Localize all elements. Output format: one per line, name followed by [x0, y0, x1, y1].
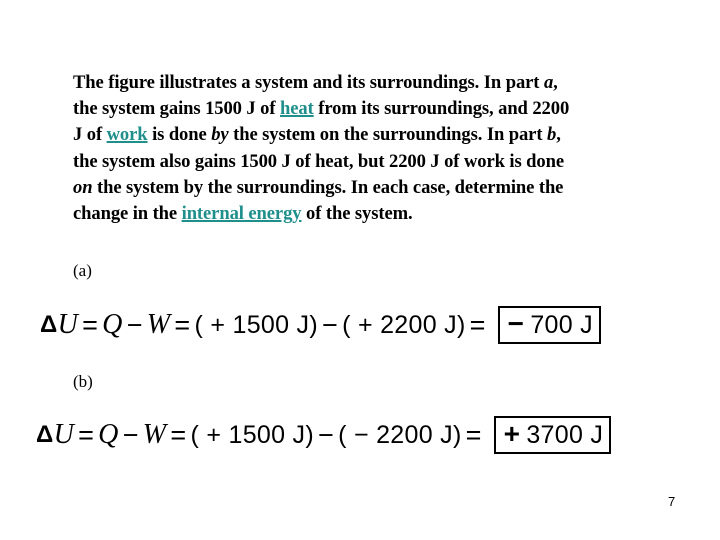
text-run: The figure illustrates a system and its …: [73, 72, 544, 93]
italic-text: on: [73, 176, 93, 198]
link-heat[interactable]: heat: [280, 98, 314, 119]
var-u: U: [53, 419, 75, 450]
text-run: the system on the surroundings. In part: [228, 124, 547, 146]
part-a-label: (a): [73, 261, 92, 280]
paragraph-line: the system gains 1500 J of heat from its…: [73, 96, 713, 122]
paragraph-line: on the system by the surroundings. In ea…: [73, 175, 713, 201]
text-run: J of: [73, 124, 107, 146]
text-run: from its surroundings, and 2200: [313, 98, 570, 120]
answer-value: 700 J: [530, 311, 593, 339]
minus: −: [122, 419, 139, 450]
text-run: the system gains 1500 J of: [73, 98, 280, 120]
italic-text: by: [211, 124, 229, 146]
var-w: W: [146, 309, 171, 340]
var-w: W: [142, 419, 167, 450]
link-work[interactable]: work: [107, 124, 148, 145]
part-b-equation: ΔU = Q − W = ( + 1500 J) − ( − 2200 J) =…: [36, 416, 612, 454]
equals: =: [170, 419, 187, 450]
var-u: U: [57, 309, 79, 340]
problem-statement: The figure illustrates a system and its …: [73, 70, 713, 227]
heat-term: ( + 1500 J): [190, 420, 314, 449]
italic-text: a: [543, 72, 554, 93]
minus: −: [126, 309, 143, 340]
minus: −: [322, 309, 339, 340]
italic-text: b: [546, 124, 557, 146]
part-a-answer-box: −700 J: [497, 306, 601, 344]
text-run: the system also gains 1500 J of heat, bu…: [73, 150, 565, 172]
text-run: of the system.: [301, 202, 413, 224]
part-b-label: (b): [73, 372, 93, 391]
text-run: ,: [553, 72, 558, 93]
text-run: ,: [556, 124, 561, 146]
delta-symbol: Δ: [36, 421, 54, 448]
paragraph-line: change in the internal energy of the sys…: [73, 201, 713, 227]
delta-symbol: Δ: [40, 311, 58, 338]
link-internal-energy[interactable]: internal energy: [182, 203, 302, 224]
equals: =: [465, 419, 482, 450]
part-a-equation: ΔU = Q − W = ( + 1500 J) − ( + 2200 J) =…: [40, 306, 601, 344]
text-run: the system by the surroundings. In each …: [92, 176, 564, 198]
text-run: change in the: [73, 202, 182, 224]
var-q: Q: [98, 419, 119, 450]
heat-term: ( + 1500 J): [194, 310, 318, 339]
answer-value: 3700 J: [526, 421, 604, 449]
work-term: ( − 2200 J): [338, 420, 462, 449]
paragraph-line: J of work is done by the system on the s…: [73, 122, 713, 148]
answer-sign: −: [507, 308, 525, 339]
work-term: ( + 2200 J): [342, 310, 466, 339]
text-run: is done: [147, 124, 212, 146]
paragraph-line: The figure illustrates a system and its …: [73, 70, 713, 96]
answer-sign: +: [503, 418, 521, 449]
part-b-answer-box: +3700 J: [493, 416, 612, 454]
page-number: 7: [668, 494, 676, 509]
minus: −: [318, 419, 335, 450]
equals: =: [82, 309, 99, 340]
equals: =: [469, 309, 486, 340]
equals: =: [78, 419, 95, 450]
paragraph-line: the system also gains 1500 J of heat, bu…: [73, 149, 713, 175]
var-q: Q: [102, 309, 123, 340]
equals: =: [174, 309, 191, 340]
